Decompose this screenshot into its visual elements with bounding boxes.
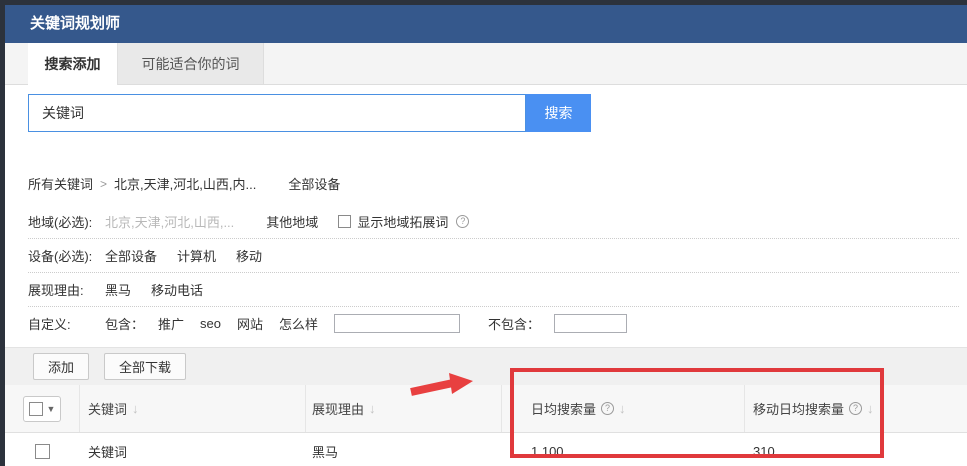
cell-daily-search: 1,100 bbox=[531, 444, 564, 459]
cell-mobile-daily-search: 310 bbox=[753, 444, 775, 459]
tab-label: 可能适合你的词 bbox=[141, 55, 240, 72]
exclude-label: 不包含： bbox=[488, 317, 541, 332]
column-label: 日均搜索量 bbox=[531, 402, 597, 417]
include-token[interactable]: 网站 bbox=[237, 314, 263, 333]
select-all-dropdown[interactable]: ▼ bbox=[23, 395, 61, 422]
filter-panel: 地域(必选): 北京,天津,河北,山西,... 其他地域 显示地域拓展词 ? 设… bbox=[28, 205, 959, 340]
table-toolbar: 添加 全部下载 bbox=[5, 347, 967, 385]
include-label: 包含： bbox=[105, 317, 145, 332]
tab-label: 搜索添加 bbox=[44, 56, 101, 72]
column-label: 关键词 bbox=[88, 402, 128, 417]
help-icon[interactable]: ? bbox=[849, 402, 863, 415]
filter-row-reason: 展现理由: 黑马 移动电话 bbox=[28, 272, 959, 306]
filter-row-custom: 自定义: 包含： 推广 seo 网站 怎么样 不包含： bbox=[28, 306, 959, 340]
include-input[interactable] bbox=[334, 314, 461, 333]
sort-desc-icon[interactable]: ↓ bbox=[369, 401, 376, 416]
download-all-button[interactable]: 全部下载 bbox=[104, 353, 187, 380]
device-option-all[interactable]: 全部设备 bbox=[105, 246, 157, 265]
column-label: 展现理由 bbox=[312, 402, 365, 417]
sort-desc-icon[interactable]: ↓ bbox=[132, 401, 139, 416]
header-select-cell: ▼ bbox=[5, 385, 80, 432]
header-mobile-daily-search-volume[interactable]: 移动日均搜索量 ? ↓ bbox=[745, 399, 967, 418]
dialog-title: 关键词规划师 bbox=[5, 5, 967, 43]
select-all-checkbox[interactable] bbox=[28, 401, 43, 416]
breadcrumb: 所有关键词 > 北京,天津,河北,山西,内... 全部设备 bbox=[28, 174, 967, 193]
filter-row-region: 地域(必选): 北京,天津,河北,山西,... 其他地域 显示地域拓展词 ? bbox=[28, 205, 959, 238]
add-button[interactable]: 添加 bbox=[33, 353, 90, 380]
show-region-expansion-label: 显示地域拓展词 bbox=[357, 215, 449, 230]
other-region-link[interactable]: 其他地域 bbox=[266, 212, 318, 231]
filter-row-device: 设备(必选): 全部设备 计算机 移动 bbox=[28, 238, 959, 272]
breadcrumb-device[interactable]: 全部设备 bbox=[288, 174, 340, 193]
row-checkbox[interactable] bbox=[35, 444, 50, 459]
search-button[interactable]: 搜索 bbox=[526, 94, 591, 132]
region-value: 北京,天津,河北,山西,... bbox=[105, 215, 235, 230]
include-token[interactable]: 推广 bbox=[158, 314, 184, 333]
table-row: 关键词 黑马 1,100 310 bbox=[5, 433, 967, 466]
help-icon[interactable]: ? bbox=[456, 215, 470, 228]
tab-suggested-words[interactable]: 可能适合你的词 bbox=[118, 43, 264, 84]
header-daily-search-volume[interactable]: 日均搜索量 ? ↓ bbox=[502, 385, 745, 432]
row-select-cell bbox=[5, 444, 80, 459]
tab-search-add[interactable]: 搜索添加 bbox=[28, 43, 118, 85]
breadcrumb-region[interactable]: 北京,天津,河北,山西,内... bbox=[114, 174, 256, 193]
reason-option-mobile-phone[interactable]: 移动电话 bbox=[151, 280, 203, 299]
column-label: 移动日均搜索量 bbox=[753, 402, 845, 417]
keyword-planner-dialog: 关键词规划师 搜索添加 可能适合你的词 搜索 所有关键词 > 北京,天津,河北,… bbox=[5, 5, 967, 466]
breadcrumb-root[interactable]: 所有关键词 bbox=[28, 174, 93, 193]
sort-desc-icon[interactable]: ↓ bbox=[867, 401, 874, 416]
region-label: 地域(必选): bbox=[28, 215, 93, 230]
reason-option-dark-horse[interactable]: 黑马 bbox=[105, 280, 131, 299]
breadcrumb-separator-icon: > bbox=[100, 176, 108, 191]
device-label: 设备(必选): bbox=[28, 249, 93, 264]
device-option-computer[interactable]: 计算机 bbox=[177, 246, 216, 265]
sort-desc-icon[interactable]: ↓ bbox=[619, 401, 626, 416]
device-option-mobile[interactable]: 移动 bbox=[236, 246, 262, 265]
tab-bar: 搜索添加 可能适合你的词 bbox=[5, 43, 967, 85]
header-reason[interactable]: 展现理由 ↓ bbox=[306, 385, 502, 432]
include-token[interactable]: 怎么样 bbox=[279, 314, 318, 333]
cell-keyword: 关键词 bbox=[88, 445, 128, 460]
table-header-row: ▼ 关键词 ↓ 展现理由 ↓ 日均搜索量 ? ↓ 移动日均搜索量 ? ↓ bbox=[5, 385, 967, 433]
header-keyword[interactable]: 关键词 ↓ bbox=[80, 385, 306, 432]
custom-label: 自定义: bbox=[28, 317, 71, 332]
reason-label: 展现理由: bbox=[28, 283, 84, 298]
show-region-expansion-checkbox[interactable] bbox=[338, 215, 352, 228]
help-icon[interactable]: ? bbox=[601, 402, 615, 415]
exclude-input[interactable] bbox=[554, 314, 628, 333]
keyword-search-input[interactable] bbox=[28, 94, 526, 132]
chevron-down-icon: ▼ bbox=[46, 403, 56, 414]
include-token[interactable]: seo bbox=[200, 316, 221, 331]
cell-reason: 黑马 bbox=[312, 445, 339, 460]
search-row: 搜索 bbox=[28, 94, 967, 132]
